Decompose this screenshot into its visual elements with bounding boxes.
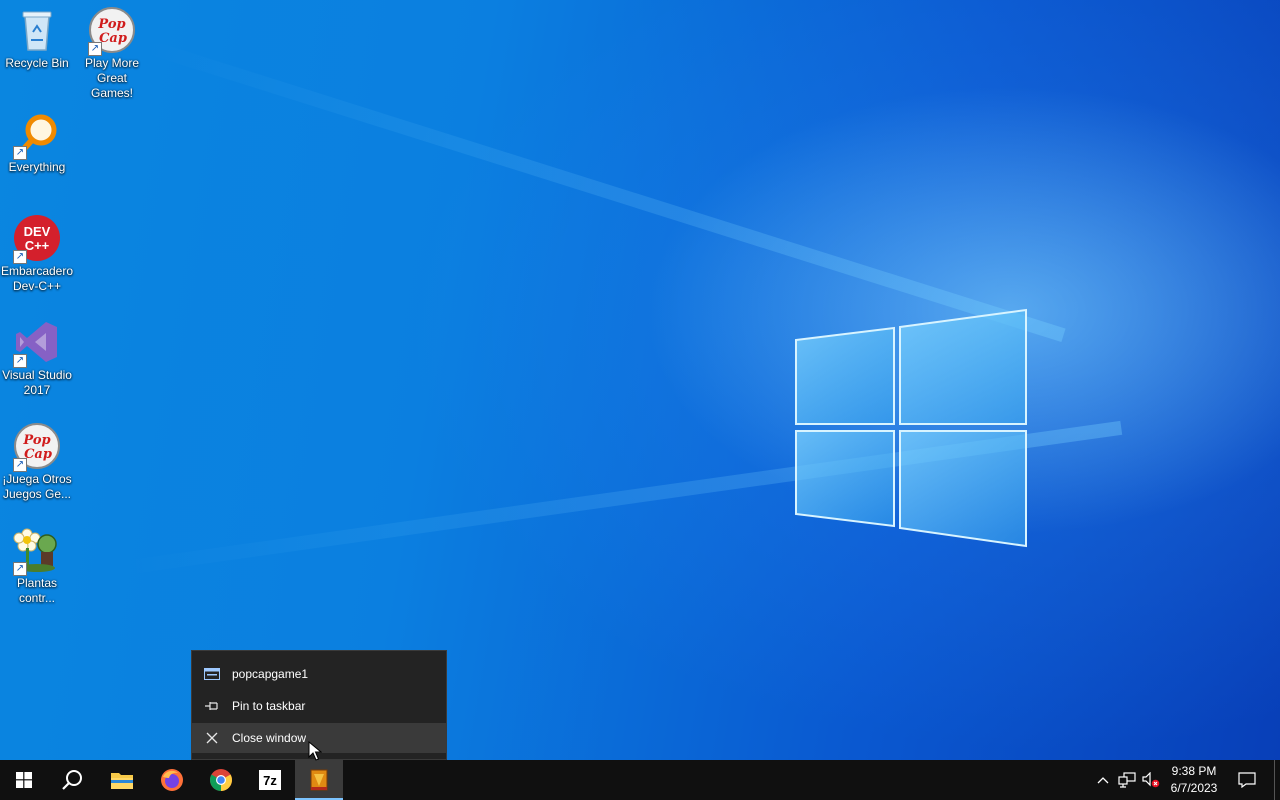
desktop-icon-visual-studio[interactable]: ↗ Visual Studio 2017 [0,318,74,398]
desktop-icon-recycle-bin[interactable]: Recycle Bin [0,6,74,71]
network-button[interactable] [1116,760,1138,800]
desktop-icon-everything[interactable]: ↗ Everything [0,110,74,175]
shortcut-arrow-icon: ↗ [13,146,27,160]
clock-date: 6/7/2023 [1170,781,1218,795]
desktop-icon-plantas-contra-zombies[interactable]: ↗ Plantas contr... [0,526,74,606]
close-icon [192,732,232,744]
popcap-logo-text: Cap [99,31,127,46]
jumplist-item-label: popcapgame1 [232,667,309,681]
7zip-icon-text: 7z [263,772,277,788]
search-button[interactable] [48,760,96,800]
popcap-icon: Pop Cap ↗ [88,6,136,56]
desktop-icon-label: Play More Great Games! [84,56,140,100]
shortcut-arrow-icon: ↗ [13,250,27,264]
desktop-icon-label: Everything [8,160,66,174]
chrome-button[interactable] [197,760,245,800]
desktop-background: Recycle Bin Pop Cap ↗ Play More Great Ga… [0,0,1280,760]
devcpp-logo-text: C++ [25,238,50,253]
notifications-icon [1238,772,1256,788]
chrome-icon [210,769,232,791]
jumplist-item-pin[interactable]: Pin to taskbar [192,691,446,721]
jumplist-item-label: Close window [232,731,307,745]
mouse-cursor-icon [308,741,322,761]
taskbar: 7z 9:38 PM 6/7/2023 [0,760,1280,800]
clock-time: 9:38 PM [1171,764,1217,778]
show-desktop-button[interactable] [1274,760,1280,800]
desktop-icon-label: ¡Juega Otros Juegos Ge... [2,472,72,501]
windows-logo-wallpaper [795,308,1027,548]
desktop-icon-label: Visual Studio 2017 [2,368,72,397]
desktop-icon-label: Recycle Bin [5,56,69,70]
jumplist-item-label: Pin to taskbar [232,699,306,713]
desktop-icon-label: Embarcadero Dev-C++ [0,264,74,293]
shortcut-arrow-icon: ↗ [13,354,27,368]
popcap-game-icon [310,769,328,791]
recycle-bin-icon [13,6,61,54]
shortcut-arrow-icon: ↗ [13,562,27,576]
windows-start-icon [16,772,32,788]
popcap-logo-text: Cap [24,447,52,462]
devcpp-logo-text: DEV [24,224,51,239]
7zip-icon: 7z [259,770,281,790]
jumplist-item-app[interactable]: popcapgame1 [192,659,446,689]
network-icon [1118,772,1136,788]
popcap-logo-text: Pop [22,433,50,448]
action-center-button[interactable] [1234,760,1260,800]
everything-search-icon: ↗ [13,110,61,160]
desktop-icon-devcpp[interactable]: DEV C++ ↗ Embarcadero Dev-C++ [0,214,74,294]
plants-vs-zombies-icon: ↗ [13,526,61,576]
shortcut-arrow-icon: ↗ [13,458,27,472]
pin-icon [192,700,232,712]
taskbar-clock[interactable]: 9:38 PM 6/7/2023 [1158,763,1230,797]
desktop-icon-play-more-great-games[interactable]: Pop Cap ↗ Play More Great Games! [75,6,149,101]
shortcut-arrow-icon: ↗ [88,42,102,56]
firefox-icon [161,769,183,791]
firefox-button[interactable] [148,760,196,800]
desktop-icon-juega-otros-juegos[interactable]: Pop Cap ↗ ¡Juega Otros Juegos Ge... [0,422,74,502]
show-hidden-icons-button[interactable] [1094,760,1112,800]
visual-studio-icon: ↗ [13,318,61,368]
search-icon [62,770,82,790]
app-window-icon [192,668,232,680]
devcpp-icon: DEV C++ ↗ [13,214,61,264]
file-explorer-button[interactable] [98,760,146,800]
popcap-logo-text: Pop [97,17,125,32]
start-button[interactable] [0,760,48,800]
desktop-icon-label: Plantas contr... [16,576,58,605]
7zip-button[interactable]: 7z [246,760,294,800]
popcap-icon: Pop Cap ↗ [13,422,61,472]
chevron-up-icon [1097,777,1109,784]
folder-icon [111,773,133,789]
popcapgame1-button[interactable] [295,760,343,800]
